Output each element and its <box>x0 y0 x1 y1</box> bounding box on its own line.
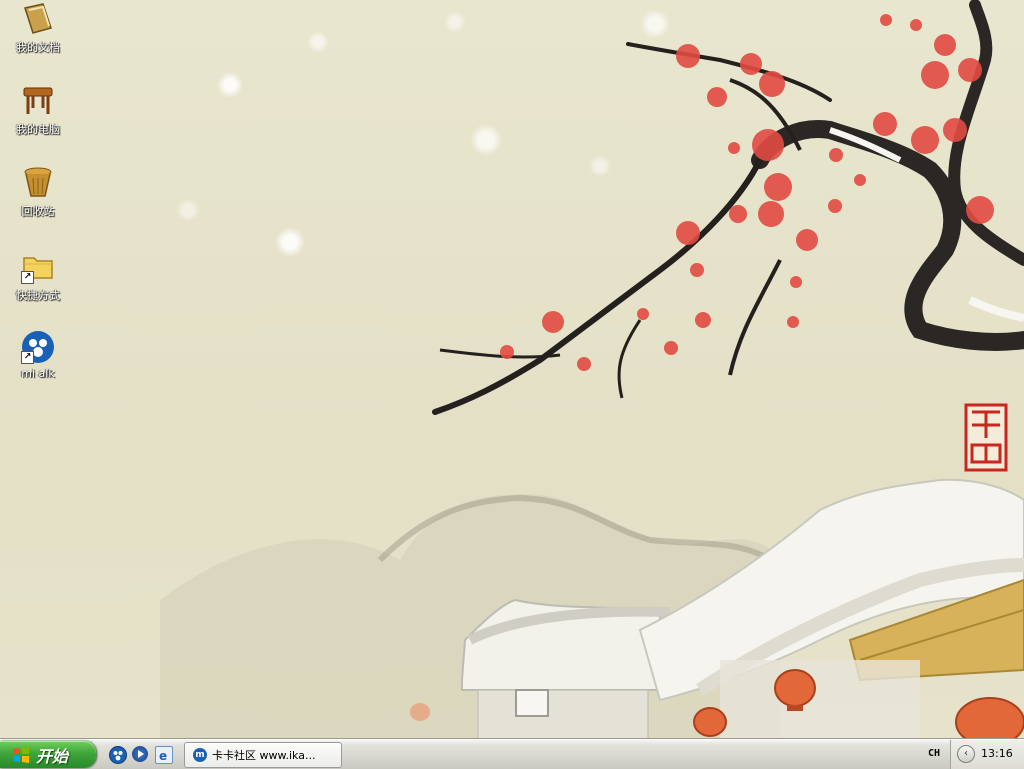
desktop-icon-my-computer[interactable]: 我的电脑 <box>0 84 76 137</box>
desktop-icon-shortcut-folder[interactable]: ↗ 快捷方式 <box>0 250 76 303</box>
media-player-icon[interactable] <box>132 746 148 762</box>
clock[interactable]: 13:16 <box>981 747 1013 760</box>
mitalk-window-icon: m <box>193 748 207 762</box>
shortcut-arrow-icon: ↗ <box>21 351 34 364</box>
desktop-icon-label: 我的文档 <box>16 41 60 54</box>
taskbar-window-title: 卡卡社区 www.ika... <box>212 749 316 762</box>
desktop-icon-mitalk[interactable]: ↗ mi alk <box>0 330 76 380</box>
desktop-icon-label: mi alk <box>21 367 55 380</box>
taskbar: 开始 e m 卡卡社区 www.ika... CH ‹ 13:16 <box>0 739 1024 769</box>
start-label: 开始 <box>36 746 69 766</box>
windows-logo-icon <box>13 746 29 763</box>
desktop[interactable]: 我的文档 我的电脑 回收站 ↗ 快捷方式 ↗ mi alk <box>0 0 1024 739</box>
tray-expand-icon[interactable]: ‹ <box>957 745 975 763</box>
mitalk-icon: ↗ <box>21 330 55 364</box>
desktop-icon-label: 快捷方式 <box>16 289 60 302</box>
recycle-bin-icon <box>21 166 55 200</box>
my-computer-icon <box>21 84 55 118</box>
plum-blossom-wallpaper <box>160 0 1024 739</box>
shortcut-arrow-icon: ↗ <box>21 271 34 284</box>
desktop-icon-label: 我的电脑 <box>16 123 60 136</box>
folder-shortcut-icon: ↗ <box>21 250 55 284</box>
taskbar-window-button[interactable]: m 卡卡社区 www.ika... <box>184 742 342 768</box>
desktop-icon-recycle-bin[interactable]: 回收站 <box>0 166 76 219</box>
ie-browser-icon[interactable]: e <box>155 746 173 764</box>
desktop-icon-label: 回收站 <box>21 205 55 218</box>
mitalk-quick-icon[interactable] <box>109 746 127 764</box>
system-tray: ‹ 13:16 <box>950 740 1024 769</box>
start-button[interactable]: 开始 <box>0 741 96 768</box>
desktop-icon-my-documents[interactable]: 我的文档 <box>0 2 76 55</box>
language-indicator[interactable]: CH <box>928 748 940 759</box>
my-documents-icon <box>21 2 55 36</box>
svg-text:e: e <box>159 749 167 763</box>
